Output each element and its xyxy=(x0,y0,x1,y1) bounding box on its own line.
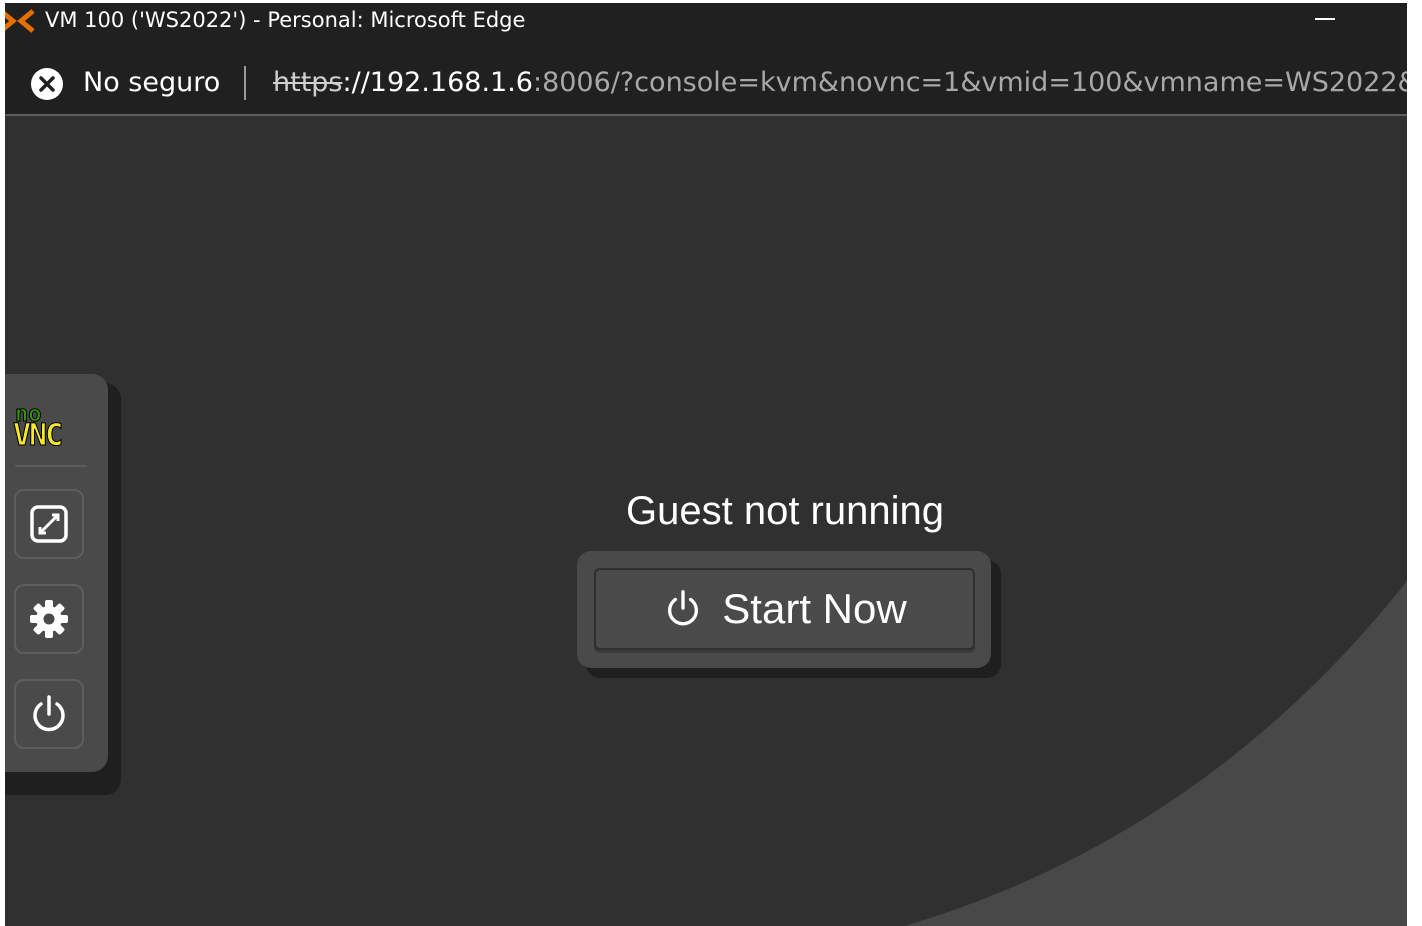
browser-window: VM 100 ('WS2022') - Personal: Microsoft … xyxy=(5,3,1407,926)
window-title: VM 100 ('WS2022') - Personal: Microsoft … xyxy=(45,8,526,32)
address-divider xyxy=(244,66,246,100)
minimize-button[interactable] xyxy=(1305,3,1345,43)
guest-status-panel: Guest not running Start Now xyxy=(5,116,1407,926)
power-icon xyxy=(668,590,699,626)
proxmox-logo-icon xyxy=(5,9,35,33)
guest-status-text: Guest not running xyxy=(626,489,944,533)
not-secure-icon[interactable] xyxy=(30,67,64,101)
title-bar: VM 100 ('WS2022') - Personal: Microsoft … xyxy=(5,3,1407,50)
start-now-button[interactable]: Start Now xyxy=(594,568,975,650)
url-text[interactable]: https://192.168.1.6:8006/?console=kvm&no… xyxy=(273,67,1407,98)
url-path: :8006/?console=kvm&novnc=1&vmid=100&vmna… xyxy=(532,67,1407,98)
url-scheme: https xyxy=(273,67,343,98)
security-status-label[interactable]: No seguro xyxy=(83,67,220,98)
vnc-viewport: no VNC Guest not running Start Now xyxy=(5,116,1407,926)
address-bar[interactable]: No seguro https://192.168.1.6:8006/?cons… xyxy=(5,50,1407,116)
url-host: ://192.168.1.6 xyxy=(342,67,533,98)
start-now-label: Start Now xyxy=(722,585,907,632)
